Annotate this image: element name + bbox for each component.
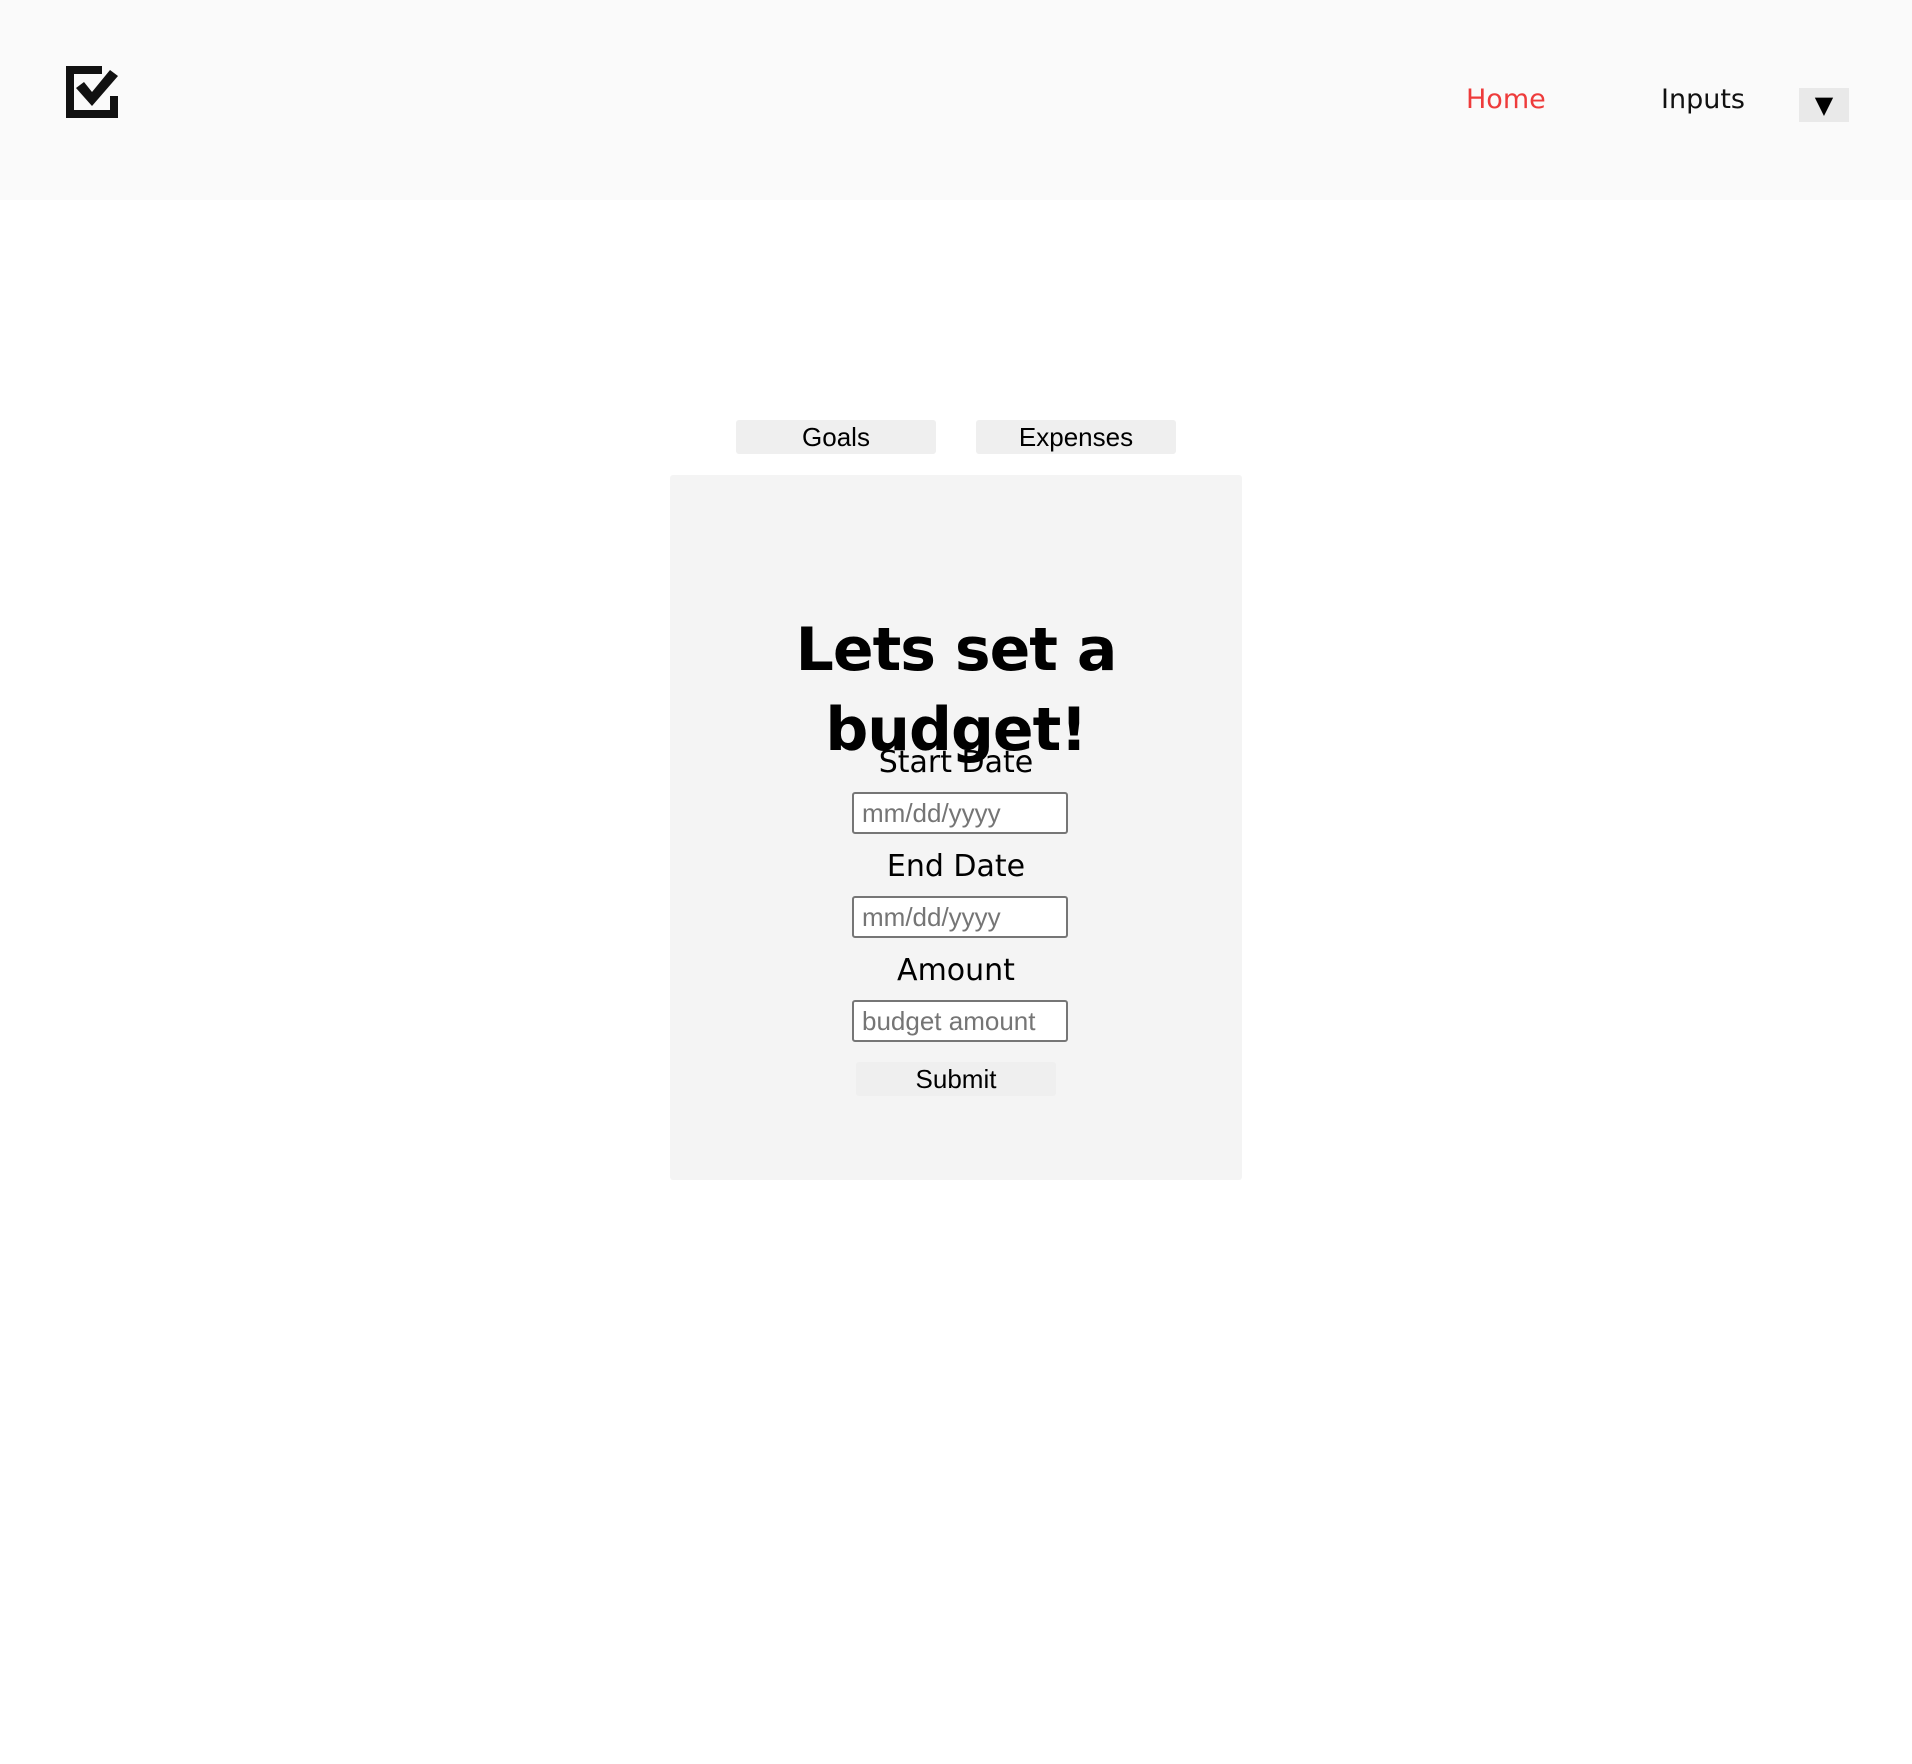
end-date-label: End Date bbox=[886, 849, 1026, 884]
expenses-tab-button[interactable]: Expenses bbox=[976, 420, 1176, 454]
start-date-input[interactable] bbox=[852, 792, 1068, 834]
header: Home Inputs ▼ bbox=[0, 0, 1912, 200]
nav-inputs-link[interactable]: Inputs bbox=[1661, 82, 1745, 118]
amount-input[interactable] bbox=[852, 1000, 1068, 1042]
checkbox-checked-icon[interactable] bbox=[62, 62, 122, 122]
start-date-label: Start Date bbox=[878, 745, 1034, 780]
nav-dropdown-button[interactable]: ▼ bbox=[1799, 88, 1849, 122]
budget-form-panel: Lets set a budget! Start Date End Date A… bbox=[670, 475, 1242, 1180]
amount-label: Amount bbox=[897, 953, 1015, 988]
goals-tab-button[interactable]: Goals bbox=[736, 420, 936, 454]
caret-down-icon: ▼ bbox=[1814, 91, 1834, 119]
nav-home-link[interactable]: Home bbox=[1466, 82, 1546, 118]
submit-button[interactable]: Submit bbox=[856, 1062, 1056, 1096]
end-date-input[interactable] bbox=[852, 896, 1068, 938]
